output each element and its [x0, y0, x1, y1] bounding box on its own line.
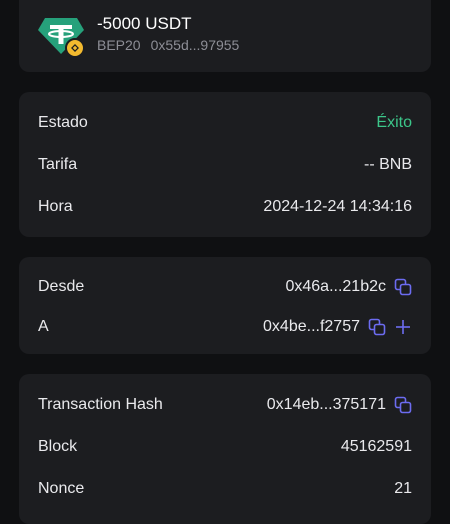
hash-label: Transaction Hash: [38, 396, 163, 413]
network-label: BEP20: [97, 37, 141, 53]
from-address[interactable]: 0x46a...21b2c: [285, 278, 386, 296]
token-logo: [37, 16, 85, 58]
to-value-group: 0x4be...f2757: [263, 318, 412, 336]
copy-icon[interactable]: [394, 278, 412, 296]
to-label: A: [38, 318, 49, 335]
status-card: Estado Éxito Tarifa -- BNB Hora 2024-12-…: [19, 92, 431, 237]
state-row: Estado Éxito: [38, 112, 412, 134]
state-value: Éxito: [376, 114, 412, 131]
transaction-hash[interactable]: 0x14eb...375171: [267, 396, 386, 414]
state-label: Estado: [38, 114, 88, 131]
transaction-card: Transaction Hash 0x14eb...375171 Block 4…: [19, 374, 431, 524]
from-row: Desde 0x46a...21b2c: [38, 276, 412, 298]
hash-value-group: 0x14eb...375171: [267, 396, 412, 414]
block-label: Block: [38, 438, 78, 455]
plus-icon[interactable]: [394, 318, 412, 336]
to-row: A 0x4be...f2757: [38, 316, 412, 338]
to-address[interactable]: 0x4be...f2757: [263, 318, 360, 336]
nonce-value: 21: [394, 480, 412, 497]
block-row: Block 45162591: [38, 436, 412, 458]
token-header-card: -5000 USDT BEP20 0x55d...97955: [19, 0, 431, 72]
token-subtitle: BEP20 0x55d...97955: [97, 37, 239, 53]
copy-icon[interactable]: [368, 318, 386, 336]
transaction-amount: -5000 USDT: [97, 14, 192, 33]
from-label: Desde: [38, 278, 85, 295]
from-value-group: 0x46a...21b2c: [285, 278, 412, 296]
nonce-label: Nonce: [38, 480, 85, 497]
time-value: 2024-12-24 14:34:16: [263, 198, 412, 215]
nonce-row: Nonce 21: [38, 478, 412, 500]
addresses-card: Desde 0x46a...21b2c A 0x4be...f2757: [19, 257, 431, 354]
hash-row: Transaction Hash 0x14eb...375171: [38, 394, 412, 416]
contract-address[interactable]: 0x55d...97955: [151, 37, 240, 53]
block-value: 45162591: [340, 438, 412, 455]
fee-value: -- BNB: [364, 156, 412, 173]
fee-label: Tarifa: [38, 156, 78, 173]
copy-icon[interactable]: [394, 396, 412, 414]
time-row: Hora 2024-12-24 14:34:16: [38, 196, 412, 218]
bnb-icon: [65, 38, 85, 58]
time-label: Hora: [38, 198, 73, 215]
fee-row: Tarifa -- BNB: [38, 154, 412, 176]
